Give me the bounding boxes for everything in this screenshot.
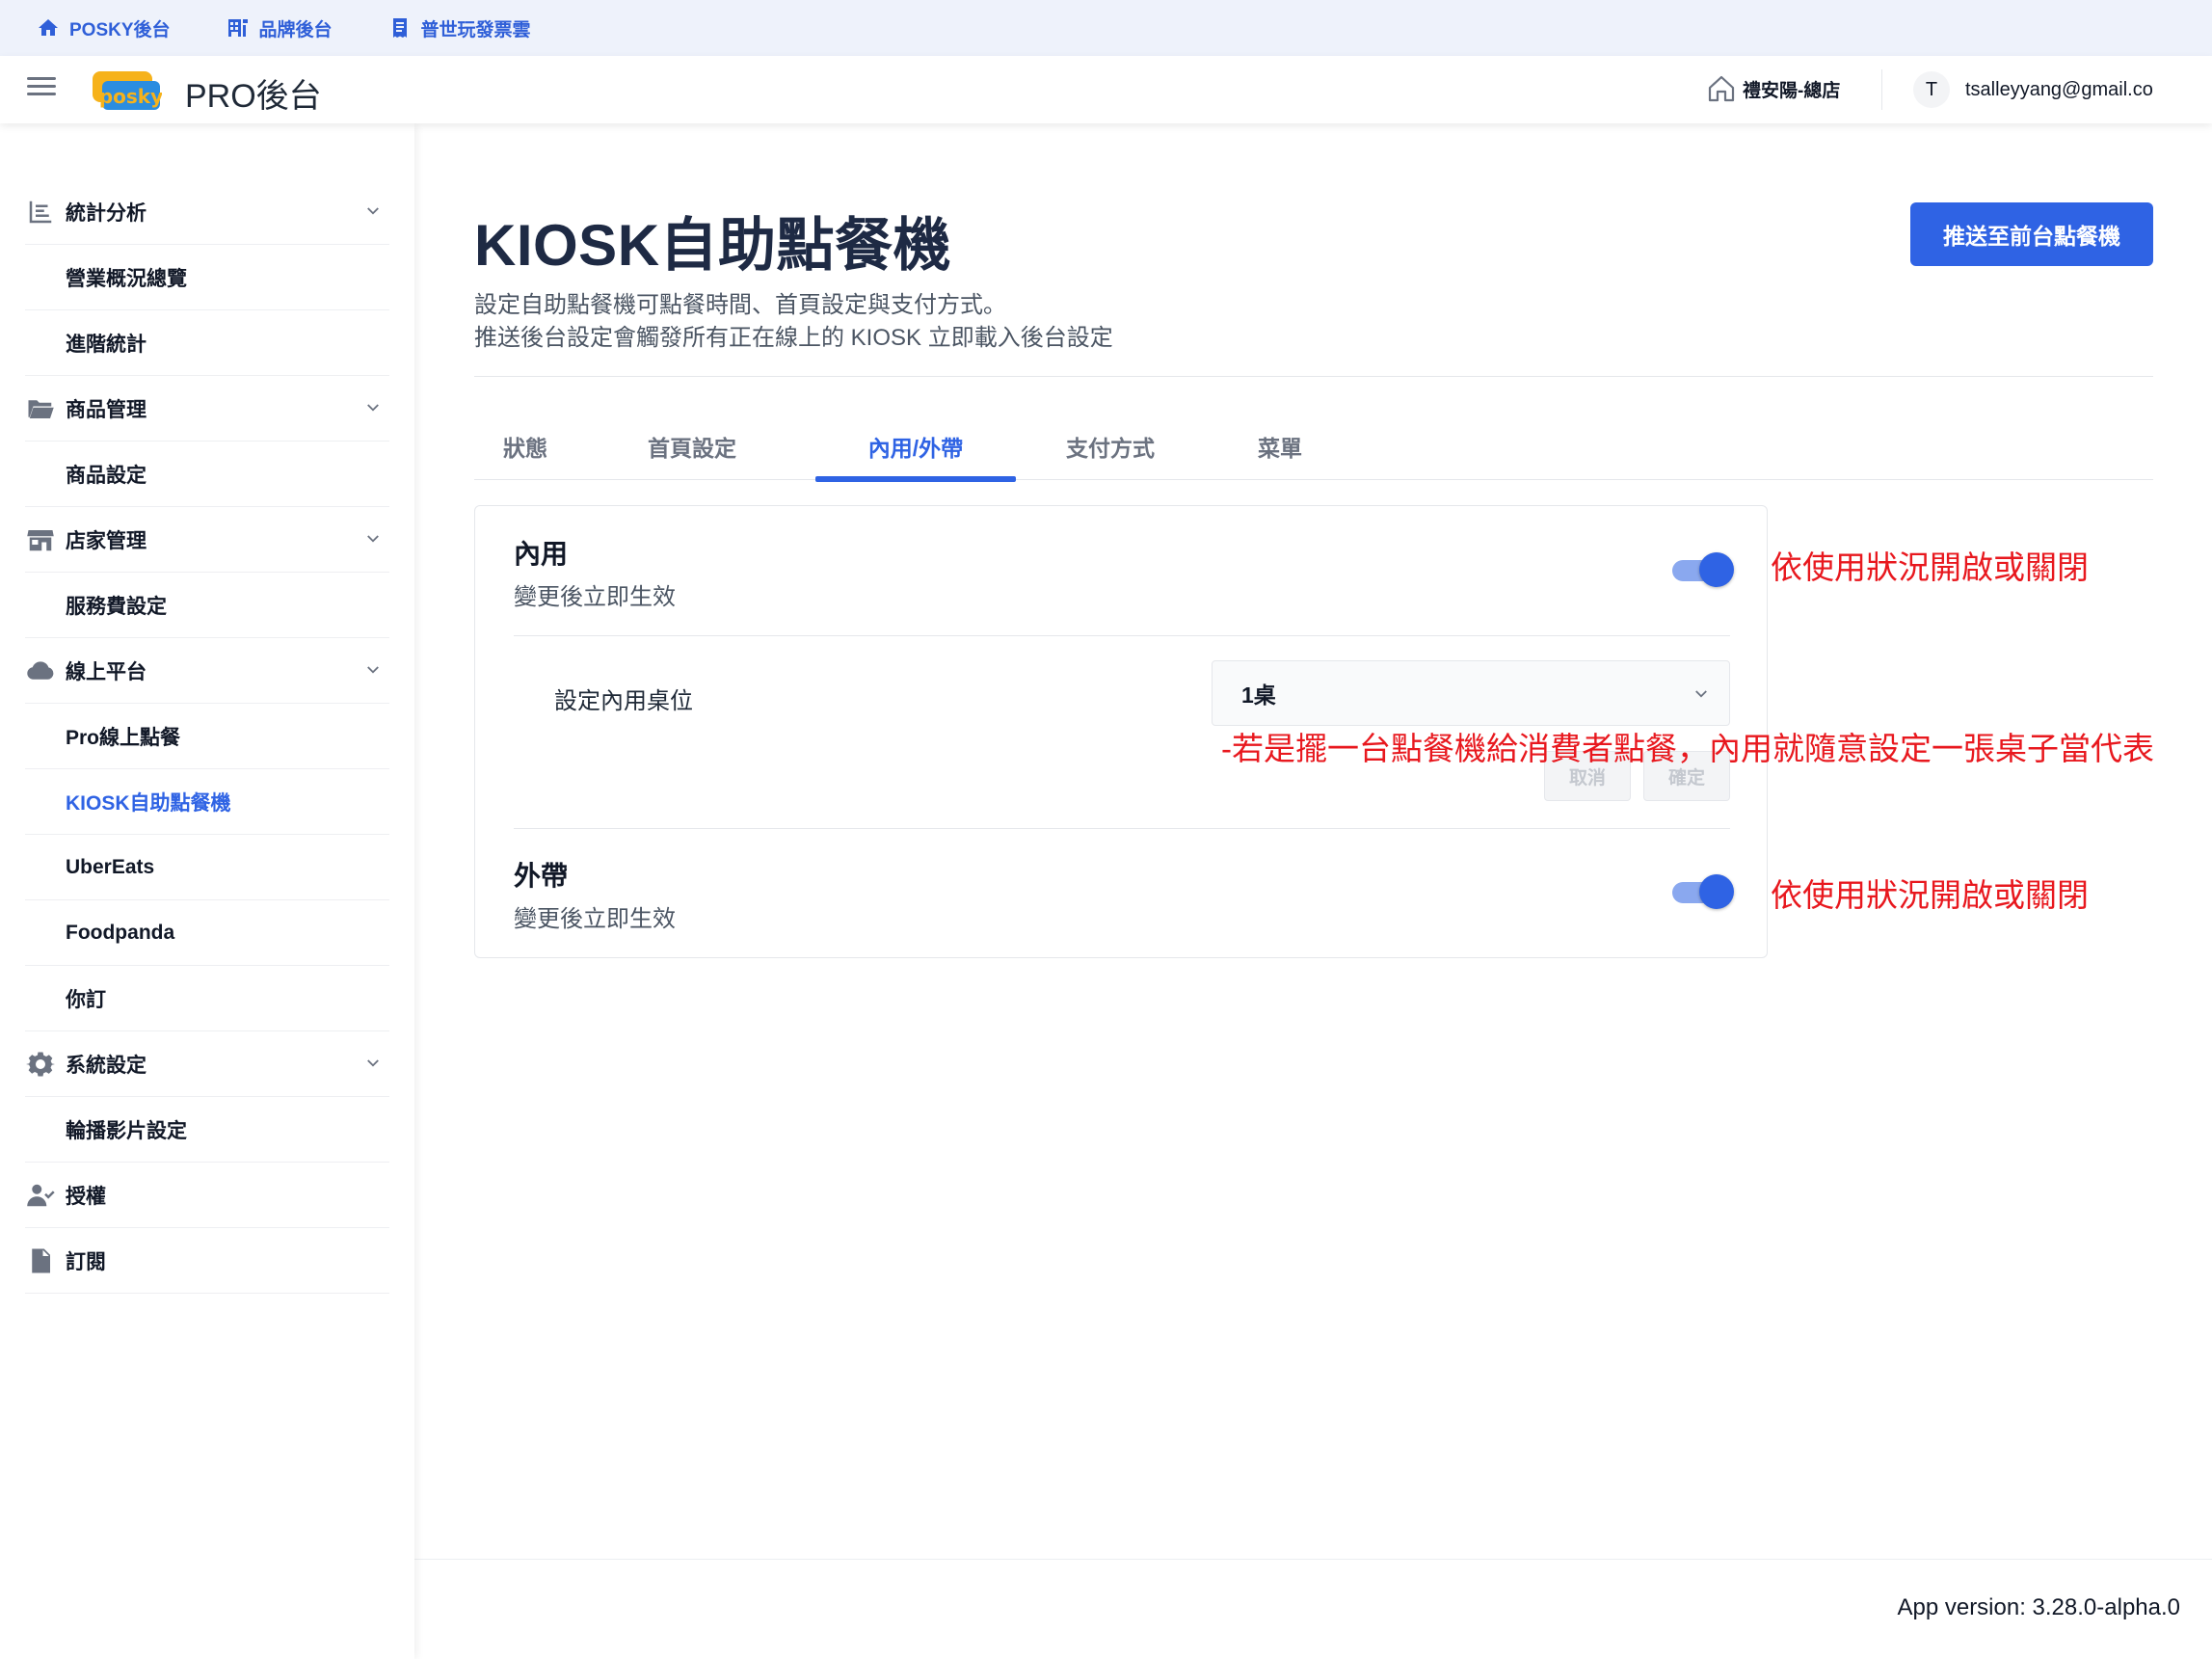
dine-in-annotation: 依使用狀況開啟或關閉 [1771, 549, 2089, 585]
sidebar-item-system-settings[interactable]: 系統設定 [25, 1031, 389, 1097]
app-title: PRO後台 [185, 78, 322, 115]
document-icon [25, 1245, 56, 1276]
app-header: posky PRO後台 禮安陽-總店 T tsalleyyang@gmail.c… [0, 56, 2212, 123]
header-divider [1881, 69, 1882, 110]
table-annotation: -若是擺一台點餐機給消費者點餐，內用就隨意設定一張桌子當代表 [1221, 731, 2154, 766]
sidebar-item-statistics[interactable]: 統計分析 [25, 179, 389, 245]
dine-in-table-label: 設定內用桌位 [554, 688, 693, 714]
folder-icon [25, 393, 56, 424]
page-title: KIOSK自助點餐機 [474, 213, 952, 278]
takeout-divider [514, 828, 1730, 829]
toggle-knob [1699, 874, 1734, 909]
sidebar-item-foodpanda[interactable]: Foodpanda [25, 900, 389, 966]
chevron-down-icon [367, 666, 379, 674]
toggle-knob [1699, 552, 1734, 587]
app-version: App version: 3.28.0-alpha.0 [1897, 1594, 2180, 1620]
dine-in-table-select[interactable]: 1桌 [1212, 660, 1730, 726]
tab-status[interactable]: 狀態 [474, 413, 576, 480]
tab-payment-methods[interactable]: 支付方式 [1016, 413, 1205, 480]
sidebar-item-advanced-stats[interactable]: 進階統計 [25, 310, 389, 376]
sidebar-item-products[interactable]: 商品管理 [25, 376, 389, 442]
dine-in-toggle[interactable] [1672, 550, 1734, 589]
chevron-down-icon [367, 535, 379, 543]
menu-toggle-icon[interactable] [27, 77, 56, 102]
invoice-cloud-link[interactable]: 普世玩發票雲 [388, 15, 531, 41]
user-email: tsalleyyang@gmail.co [1965, 78, 2153, 100]
user-menu[interactable]: T tsalleyyang@gmail.co [1913, 71, 2153, 108]
page-description-line1: 設定自助點餐機可點餐時間、首頁設定與支付方式。 [474, 292, 1006, 318]
brand-backend-link[interactable]: 品牌後台 [227, 15, 333, 41]
avatar: T [1913, 71, 1950, 108]
page-description-line2: 推送後台設定會觸發所有正在線上的 KIOSK 立即載入後台設定 [474, 325, 1113, 351]
sidebar-item-pro-online-order[interactable]: Pro線上點餐 [25, 704, 389, 769]
invoice-icon [392, 18, 407, 38]
push-to-kiosk-button[interactable]: 推送至前台點餐機 [1910, 202, 2153, 266]
posky-backend-link[interactable]: POSKY後台 [37, 15, 171, 41]
chevron-down-icon [367, 404, 379, 412]
user-check-icon [25, 1180, 56, 1211]
takeout-toggle[interactable] [1672, 872, 1734, 911]
cloud-icon [25, 656, 56, 686]
footer-divider [414, 1559, 2212, 1560]
svg-text:posky: posky [99, 85, 162, 108]
dine-in-table-value: 1桌 [1241, 682, 1276, 708]
sidebar-item-ubereats[interactable]: UberEats [25, 835, 389, 900]
posky-logo: posky [93, 71, 162, 110]
sidebar-item-nidin[interactable]: 你訂 [25, 966, 389, 1031]
sidebar-item-product-settings[interactable]: 商品設定 [25, 442, 389, 507]
chart-icon [25, 197, 56, 227]
brand-icon [227, 19, 248, 37]
chevron-down-icon [367, 207, 379, 215]
title-divider [474, 376, 2153, 377]
home-icon [39, 19, 58, 36]
sidebar-item-carousel-video[interactable]: 輪播影片設定 [25, 1097, 389, 1163]
takeout-annotation: 依使用狀況開啟或關閉 [1771, 877, 2089, 913]
store-switcher[interactable]: 禮安陽-總店 [1706, 73, 1840, 104]
tab-menu[interactable]: 菜單 [1205, 413, 1355, 480]
dine-in-title: 內用 [514, 539, 569, 569]
dine-in-divider [514, 635, 1730, 636]
sidebar-item-business-overview[interactable]: 營業概況總覽 [25, 245, 389, 310]
sidebar-item-authorization[interactable]: 授權 [25, 1163, 389, 1228]
top-link-bar: POSKY後台 品牌後台 普世玩發票雲 [0, 0, 2212, 56]
dine-in-subtitle: 變更後立即生效 [514, 584, 676, 610]
takeout-title: 外帶 [514, 861, 569, 891]
gear-icon [25, 1049, 56, 1080]
chevron-down-icon [1695, 690, 1707, 698]
sidebar-item-online-platforms[interactable]: 線上平台 [25, 638, 389, 704]
store-home-icon [1708, 75, 1735, 102]
sidebar-item-store-management[interactable]: 店家管理 [25, 507, 389, 573]
sidebar-item-subscription[interactable]: 訂閱 [25, 1228, 389, 1294]
store-icon [25, 524, 56, 555]
tab-bar: 狀態 首頁設定 內用/外帶 支付方式 菜單 [474, 413, 2153, 482]
tab-home-settings[interactable]: 首頁設定 [576, 413, 808, 480]
chevron-down-icon [367, 1059, 379, 1067]
sidebar-item-kiosk[interactable]: KIOSK自助點餐機 [25, 769, 389, 835]
tab-dine-in-takeout[interactable]: 內用/外帶 [815, 413, 1016, 482]
sidebar-item-service-fee[interactable]: 服務費設定 [25, 573, 389, 638]
takeout-subtitle: 變更後立即生效 [514, 906, 676, 932]
